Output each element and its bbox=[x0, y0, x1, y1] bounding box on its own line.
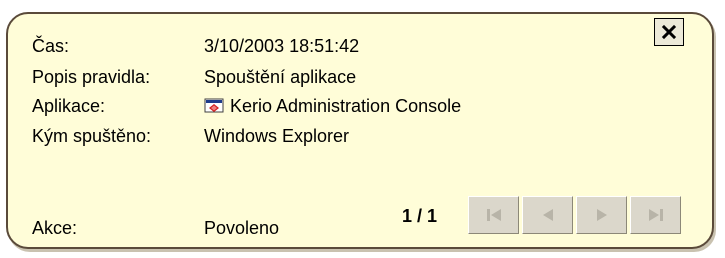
kerio-console-icon bbox=[204, 98, 224, 114]
page-counter: 1 / 1 bbox=[402, 205, 438, 226]
rule-value: Spouštění aplikace bbox=[204, 66, 357, 87]
action-value: Povoleno bbox=[204, 217, 280, 238]
first-button[interactable] bbox=[468, 196, 519, 234]
launched-by-value: Windows Explorer bbox=[204, 125, 350, 146]
application-value-container: Kerio Administration Console bbox=[204, 96, 461, 117]
action-row: Akce: Povoleno bbox=[32, 216, 279, 240]
time-value: 3/10/2003 18:51:42 bbox=[204, 35, 360, 56]
last-button[interactable] bbox=[630, 196, 681, 234]
close-icon bbox=[661, 24, 677, 40]
rule-label: Popis pravidla: bbox=[32, 66, 151, 87]
rule-row: Popis pravidla: Spouštění aplikace bbox=[32, 65, 356, 89]
last-icon bbox=[648, 209, 663, 221]
launched-by-label: Kým spuštěno: bbox=[32, 125, 152, 146]
next-button[interactable] bbox=[576, 196, 627, 234]
pager-buttons bbox=[468, 196, 681, 234]
previous-icon bbox=[542, 209, 553, 221]
previous-button[interactable] bbox=[522, 196, 573, 234]
launched-by-row: Kým spuštěno: Windows Explorer bbox=[32, 124, 349, 148]
close-button[interactable] bbox=[654, 18, 684, 46]
application-value: Kerio Administration Console bbox=[230, 95, 462, 116]
application-row: Aplikace: Kerio Administration Console bbox=[32, 94, 461, 118]
time-row: Čas: 3/10/2003 18:51:42 bbox=[32, 34, 359, 58]
application-label: Aplikace: bbox=[32, 95, 106, 116]
time-label: Čas: bbox=[32, 35, 70, 56]
action-label: Akce: bbox=[32, 217, 78, 238]
next-icon bbox=[596, 209, 607, 221]
first-icon bbox=[486, 209, 501, 221]
